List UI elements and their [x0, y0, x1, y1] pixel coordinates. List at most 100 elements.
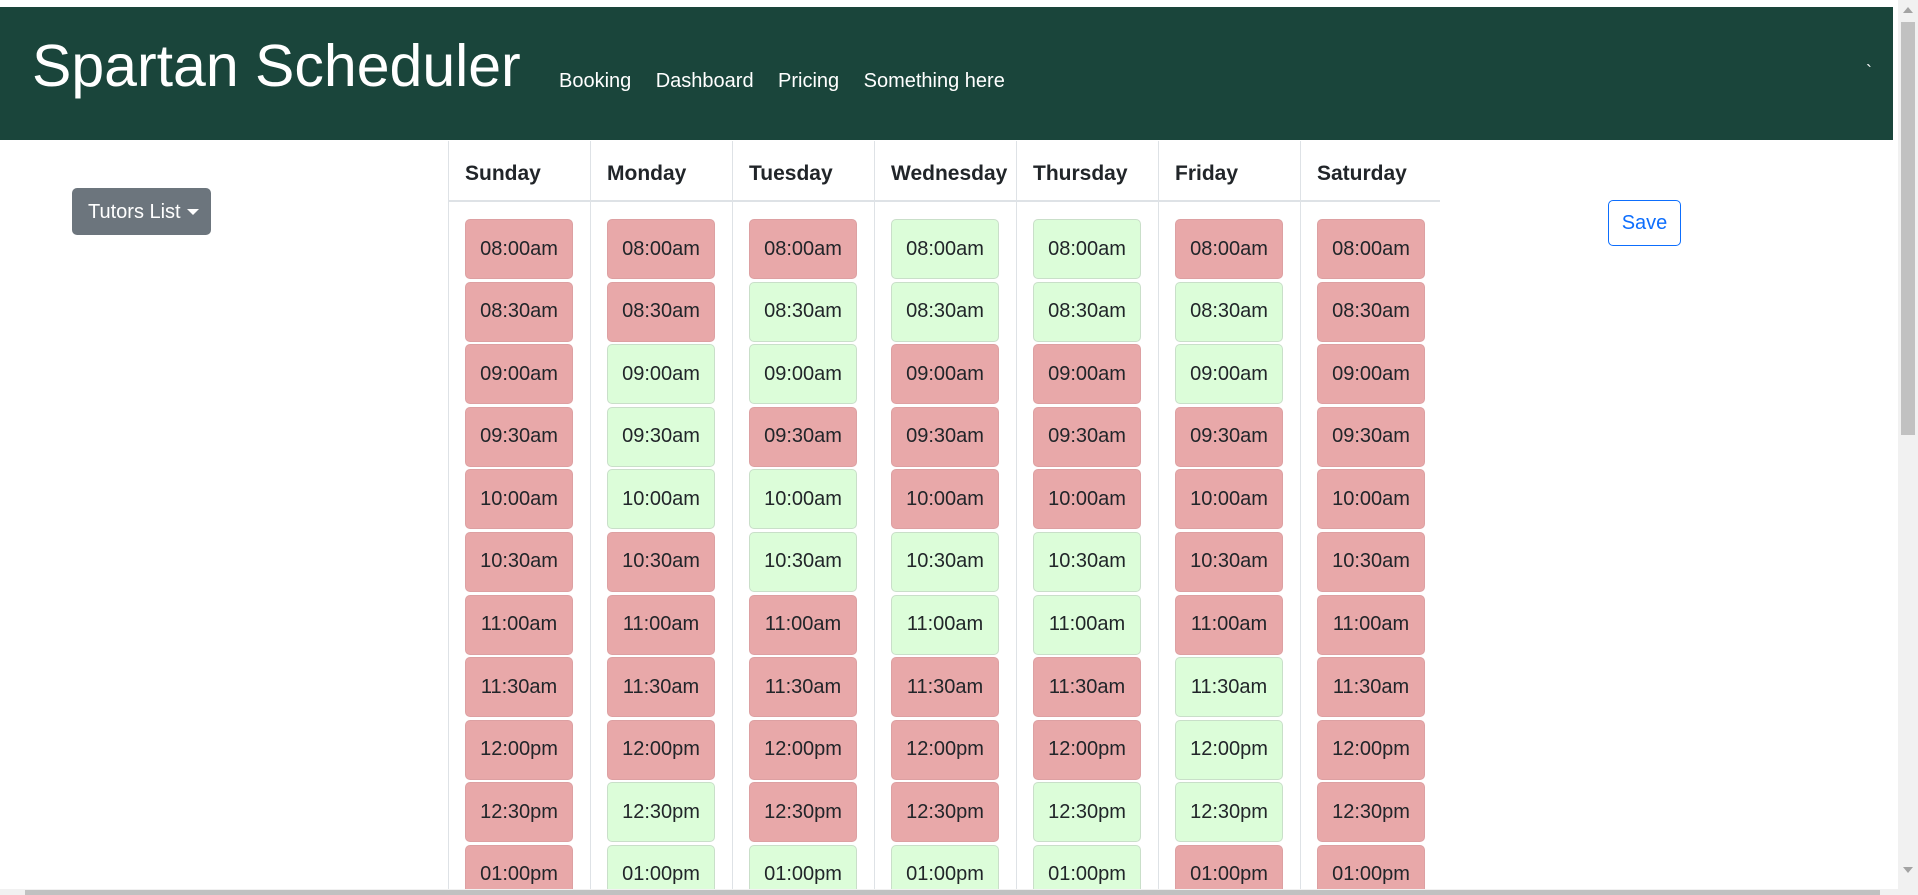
time-slot-booked[interactable]: 01:00pm: [465, 844, 573, 891]
scroll-up-arrow-icon[interactable]: [1903, 7, 1913, 13]
time-slot-booked[interactable]: 11:30am: [891, 657, 999, 718]
tutors-list-dropdown-button[interactable]: Tutors List: [72, 188, 211, 235]
time-slot-booked[interactable]: 12:00pm: [1317, 719, 1425, 780]
time-slot-free[interactable]: 11:30am: [1175, 657, 1283, 718]
save-button[interactable]: Save: [1608, 200, 1681, 246]
time-slot-free[interactable]: 09:00am: [749, 344, 857, 405]
nav-link-booking[interactable]: Booking: [559, 69, 631, 93]
time-slot-booked[interactable]: 11:30am: [749, 657, 857, 718]
time-slot-booked[interactable]: 12:00pm: [607, 719, 715, 780]
time-slot-free[interactable]: 08:00am: [1033, 219, 1141, 279]
time-slot-booked[interactable]: 01:00pm: [1317, 844, 1425, 891]
time-slot-list: 08:00am 08:30am 09:00am 09:30am 10:00am 10:30…: [591, 202, 732, 891]
time-slot-booked[interactable]: 09:00am: [891, 344, 999, 405]
time-slot-free[interactable]: 12:30pm: [1033, 782, 1141, 843]
time-slot-booked[interactable]: 01:00pm: [1175, 844, 1283, 891]
time-slot-booked[interactable]: 09:30am: [1175, 406, 1283, 467]
time-slot-free[interactable]: 10:30am: [891, 531, 999, 592]
vertical-scrollbar-thumb[interactable]: [1901, 22, 1915, 435]
time-slot-booked[interactable]: 08:30am: [465, 281, 573, 342]
time-slot-booked[interactable]: 09:00am: [1317, 344, 1425, 405]
time-slot-free[interactable]: 12:30pm: [1175, 782, 1283, 843]
time-slot-free[interactable]: 08:30am: [1033, 281, 1141, 342]
time-slot-booked[interactable]: 11:00am: [1317, 594, 1425, 655]
horizontal-scrollbar-thumb[interactable]: [25, 890, 1880, 895]
time-slot-booked[interactable]: 12:30pm: [891, 782, 999, 843]
time-slot-free[interactable]: 01:00pm: [607, 844, 715, 891]
time-slot-booked[interactable]: 10:30am: [465, 531, 573, 592]
vertical-scrollbar[interactable]: [1898, 0, 1918, 895]
time-slot-booked[interactable]: 08:00am: [1317, 219, 1425, 279]
time-slot-booked[interactable]: 10:00am: [1317, 469, 1425, 530]
time-slot-booked[interactable]: 09:30am: [1317, 406, 1425, 467]
time-slot-list: 08:00am 08:30am 09:00am 09:30am 10:00am 10:30…: [1301, 202, 1440, 891]
time-slot-free[interactable]: 08:30am: [1175, 281, 1283, 342]
day-header: Friday: [1159, 141, 1300, 202]
horizontal-scrollbar[interactable]: [0, 889, 1898, 895]
nav-link-something-here[interactable]: Something here: [864, 69, 1005, 93]
time-slot-booked[interactable]: 11:00am: [749, 594, 857, 655]
time-slot-booked[interactable]: 12:30pm: [1317, 782, 1425, 843]
time-slot-free[interactable]: 08:00am: [891, 219, 999, 279]
time-slot-booked[interactable]: 09:30am: [1033, 406, 1141, 467]
time-slot-booked[interactable]: 09:00am: [1033, 344, 1141, 405]
time-slot-free[interactable]: 10:00am: [749, 469, 857, 530]
time-slot-booked[interactable]: 10:30am: [1175, 531, 1283, 592]
time-slot-booked[interactable]: 12:00pm: [465, 719, 573, 780]
time-slot-booked[interactable]: 10:30am: [1317, 531, 1425, 592]
time-slot-free[interactable]: 08:30am: [891, 281, 999, 342]
time-slot-free[interactable]: 10:00am: [607, 469, 715, 530]
time-slot-free[interactable]: 10:30am: [749, 531, 857, 592]
time-slot-booked[interactable]: 09:30am: [749, 406, 857, 467]
time-slot-booked[interactable]: 11:00am: [607, 594, 715, 655]
time-slot-booked[interactable]: 08:00am: [749, 219, 857, 279]
time-slot-booked[interactable]: 09:30am: [465, 406, 573, 467]
time-slot-booked[interactable]: 12:00pm: [749, 719, 857, 780]
scroll-down-arrow-icon[interactable]: [1903, 867, 1913, 873]
weekly-schedule: Sunday 08:00am 08:30am 09:00am 09:30am 10:00a…: [448, 141, 1440, 891]
time-slot-free[interactable]: 12:30pm: [607, 782, 715, 843]
nav-link-dashboard[interactable]: Dashboard: [656, 69, 754, 93]
time-slot-booked[interactable]: 11:30am: [1317, 657, 1425, 718]
time-slot-booked[interactable]: 10:00am: [465, 469, 573, 530]
day-header: Saturday: [1301, 141, 1440, 202]
time-slot-booked[interactable]: 09:30am: [891, 406, 999, 467]
time-slot-booked[interactable]: 11:00am: [1175, 594, 1283, 655]
time-slot-booked[interactable]: 12:30pm: [749, 782, 857, 843]
time-slot-booked[interactable]: 08:00am: [607, 219, 715, 279]
time-slot-booked[interactable]: 11:00am: [465, 594, 573, 655]
time-slot-list: 08:00am 08:30am 09:00am 09:30am 10:00am 10:30…: [733, 202, 874, 891]
time-slot-free[interactable]: 01:00pm: [749, 844, 857, 891]
time-slot-booked[interactable]: 08:30am: [1317, 281, 1425, 342]
time-slot-booked[interactable]: 10:00am: [891, 469, 999, 530]
time-slot-booked[interactable]: 11:30am: [465, 657, 573, 718]
time-slot-booked[interactable]: 08:00am: [465, 219, 573, 279]
time-slot-booked[interactable]: 10:00am: [1033, 469, 1141, 530]
time-slot-free[interactable]: 12:00pm: [1175, 719, 1283, 780]
time-slot-booked[interactable]: 12:00pm: [891, 719, 999, 780]
time-slot-booked[interactable]: 11:30am: [1033, 657, 1141, 718]
day-header: Monday: [591, 141, 732, 202]
time-slot-list: 08:00am 08:30am 09:00am 09:30am 10:00am 10:30…: [1017, 202, 1158, 891]
time-slot-free[interactable]: 11:00am: [1033, 594, 1141, 655]
time-slot-free[interactable]: 09:00am: [1175, 344, 1283, 405]
time-slot-free[interactable]: 09:30am: [607, 406, 715, 467]
time-slot-booked[interactable]: 08:00am: [1175, 219, 1283, 279]
time-slot-booked[interactable]: 10:00am: [1175, 469, 1283, 530]
day-header: Wednesday: [875, 141, 1016, 202]
brand-title[interactable]: Spartan Scheduler: [32, 37, 521, 96]
time-slot-booked[interactable]: 09:00am: [465, 344, 573, 405]
time-slot-booked[interactable]: 08:30am: [607, 281, 715, 342]
day-column-sunday: Sunday 08:00am 08:30am 09:00am 09:30am 10:00a…: [448, 141, 590, 891]
time-slot-free[interactable]: 08:30am: [749, 281, 857, 342]
time-slot-booked[interactable]: 11:30am: [607, 657, 715, 718]
time-slot-free[interactable]: 01:00pm: [1033, 844, 1141, 891]
time-slot-booked[interactable]: 10:30am: [607, 531, 715, 592]
time-slot-booked[interactable]: 12:00pm: [1033, 719, 1141, 780]
time-slot-free[interactable]: 01:00pm: [891, 844, 999, 891]
nav-link-pricing[interactable]: Pricing: [778, 69, 839, 93]
time-slot-free[interactable]: 09:00am: [607, 344, 715, 405]
time-slot-free[interactable]: 10:30am: [1033, 531, 1141, 592]
time-slot-free[interactable]: 11:00am: [891, 594, 999, 655]
time-slot-booked[interactable]: 12:30pm: [465, 782, 573, 843]
